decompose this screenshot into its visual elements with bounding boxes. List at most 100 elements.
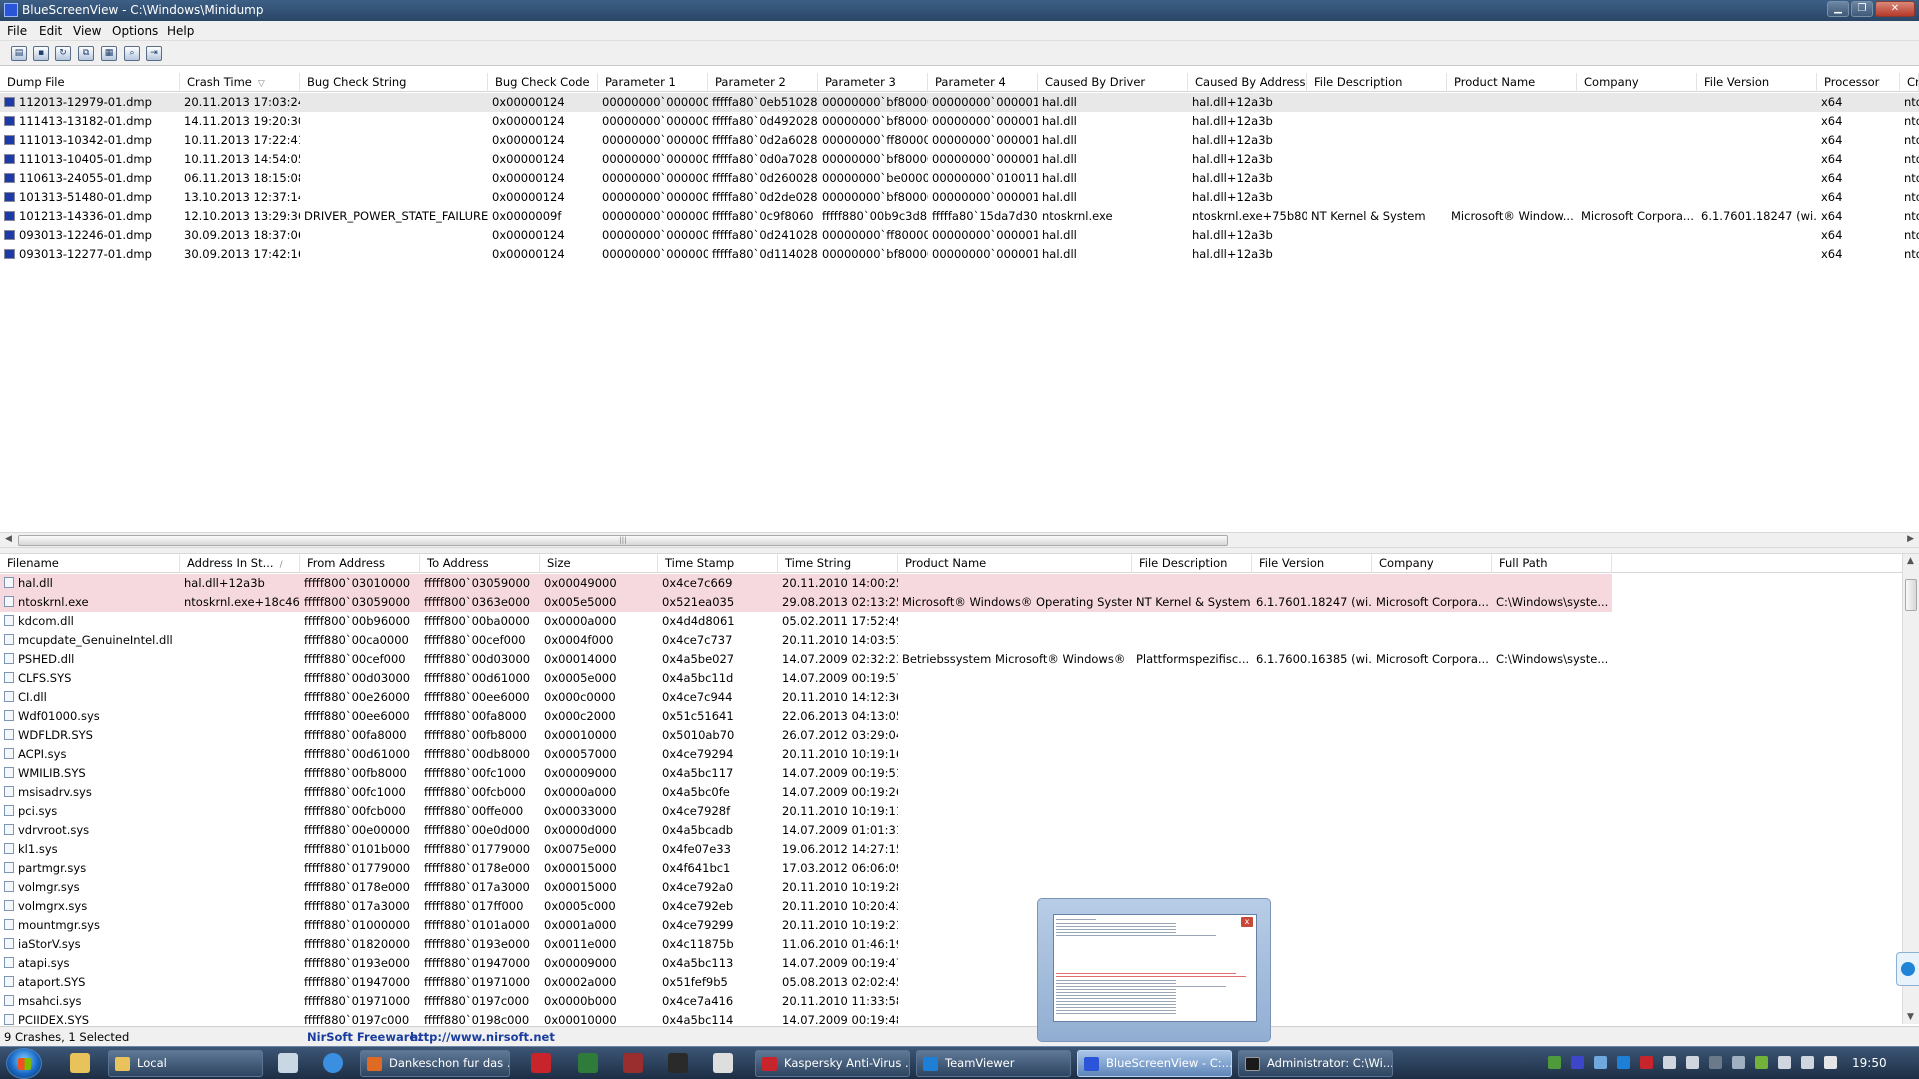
tray-update-icon[interactable] [1732, 1056, 1745, 1069]
column-header-address-in-st[interactable]: Address In St... / [180, 554, 300, 573]
tray-power-icon[interactable] [1778, 1056, 1791, 1069]
column-header-parameter-1[interactable]: Parameter 1 [598, 73, 708, 92]
column-header-caused-by-address[interactable]: Caused By Address [1188, 73, 1307, 92]
column-header-parameter-3[interactable]: Parameter 3 [818, 73, 928, 92]
column-header-file-description[interactable]: File Description [1307, 73, 1447, 92]
module-row[interactable]: msahci.sys fffff880`01971000 fffff880`0197… [0, 992, 1919, 1011]
refresh-icon[interactable]: ↻ [55, 46, 71, 61]
column-header-bug-check-string[interactable]: Bug Check String [300, 73, 488, 92]
column-header-dump-file[interactable]: Dump File [0, 73, 180, 92]
task-firefox[interactable]: Dankeschon fur das ... [360, 1050, 510, 1077]
teamviewer-side-widget[interactable] [1896, 952, 1919, 986]
tray-teamviewer-icon[interactable] [1617, 1056, 1630, 1069]
quicklaunch-filezilla-icon[interactable] [531, 1053, 551, 1073]
column-header-product-name[interactable]: Product Name [898, 554, 1132, 573]
nirsoft-freeware-link[interactable]: NirSoft Freeware. [307, 1030, 422, 1044]
quicklaunch-explorer-icon[interactable] [70, 1053, 90, 1073]
crash-row[interactable]: 093013-12277-01.dmp 30.09.2013 17:42:16 0x… [0, 245, 1919, 264]
column-header-from-address[interactable]: From Address [300, 554, 420, 573]
module-row[interactable]: partmgr.sys fffff880`01779000 fffff880`017… [0, 859, 1919, 878]
module-row[interactable]: ACPI.sys fffff880`00d61000 fffff880`00db80… [0, 745, 1919, 764]
scroll-left-icon[interactable]: ◀ [5, 534, 12, 544]
module-list[interactable]: Filename Address In St... / From Address To … [0, 554, 1919, 1026]
crash-row[interactable]: 111413-13182-01.dmp 14.11.2013 19:20:30 0x… [0, 112, 1919, 131]
module-row[interactable]: vdrvroot.sys fffff880`00e00000 fffff880`00… [0, 821, 1919, 840]
scroll-up-icon[interactable]: ▲ [1907, 556, 1914, 566]
tray-network-icon[interactable] [1548, 1056, 1561, 1069]
column-header-parameter-4[interactable]: Parameter 4 [928, 73, 1038, 92]
menu-file[interactable]: File [7, 24, 27, 38]
exit-icon[interactable]: ⇥ [146, 46, 162, 61]
tray-flag-icon[interactable] [1686, 1056, 1699, 1069]
quicklaunch-ie-icon[interactable] [323, 1053, 343, 1073]
vertical-scroll-thumb[interactable] [1905, 579, 1917, 611]
crash-list[interactable]: Dump File Crash Time ▽ Bug Check String Bug … [0, 73, 1919, 532]
column-header-file-version[interactable]: File Version [1252, 554, 1372, 573]
module-row[interactable]: CLFS.SYS fffff880`00d03000 fffff880`00d610… [0, 669, 1919, 688]
crash-row[interactable]: 112013-12979-01.dmp 20.11.2013 17:03:24 0x… [0, 93, 1919, 112]
tray-bluetooth-icon[interactable] [1571, 1056, 1584, 1069]
find-icon[interactable]: ⌕ [124, 46, 140, 61]
column-header-processor[interactable]: Processor [1817, 73, 1900, 92]
quicklaunch-steam-icon[interactable] [278, 1053, 298, 1073]
column-header-time-stamp[interactable]: Time Stamp [658, 554, 778, 573]
scroll-down-icon[interactable]: ▼ [1907, 1012, 1914, 1022]
task-kaspersky[interactable]: Kaspersky Anti-Virus ... [755, 1050, 910, 1077]
module-row[interactable]: kl1.sys fffff880`0101b000 fffff880`0177900… [0, 840, 1919, 859]
menu-edit[interactable]: Edit [39, 24, 62, 38]
module-row[interactable]: iaStorV.sys fffff880`01820000 fffff880`019… [0, 935, 1919, 954]
module-row[interactable]: msisadrv.sys fffff880`00fc1000 fffff880`00… [0, 783, 1919, 802]
column-header-crash-time[interactable]: Crash Time ▽ [180, 73, 300, 92]
module-row[interactable]: hal.dll hal.dll+12a3b fffff800`03010000 fff… [0, 574, 1612, 593]
tray-usb-icon[interactable] [1663, 1056, 1676, 1069]
module-row[interactable]: PCIIDEX.SYS fffff880`0197c000 fffff880`019… [0, 1011, 1919, 1026]
crash-row[interactable]: 111013-10405-01.dmp 10.11.2013 14:54:05 0x… [0, 150, 1919, 169]
crash-row[interactable]: 110613-24055-01.dmp 06.11.2013 18:15:08 0x… [0, 169, 1919, 188]
copy-icon[interactable]: ⧉ [78, 46, 94, 61]
quicklaunch-app2-icon[interactable] [623, 1053, 643, 1073]
scroll-right-icon[interactable]: ▶ [1907, 534, 1914, 544]
crash-row[interactable]: 101313-51480-01.dmp 13.10.2013 12:37:14 0x… [0, 188, 1919, 207]
column-header-product-name[interactable]: Product Name [1447, 73, 1577, 92]
column-header-company[interactable]: Company [1577, 73, 1697, 92]
module-row[interactable]: ntoskrnl.exe ntoskrnl.exe+18c463 fffff800`… [0, 593, 1612, 612]
task-teamviewer[interactable]: TeamViewer [916, 1050, 1071, 1077]
task-bluescreenview[interactable]: BlueScreenView - C:... [1077, 1050, 1232, 1077]
preview-close-icon[interactable]: x [1240, 916, 1254, 928]
menu-options[interactable]: Options [112, 24, 158, 38]
column-header-parameter-2[interactable]: Parameter 2 [708, 73, 818, 92]
column-header-file-description[interactable]: File Description [1132, 554, 1252, 573]
tray-disk-icon[interactable] [1709, 1056, 1722, 1069]
horizontal-scroll-thumb[interactable]: ||| [18, 535, 1228, 546]
quicklaunch-app-icon[interactable] [578, 1053, 598, 1073]
maximize-button[interactable]: ❐ [1851, 1, 1873, 17]
horizontal-scrollbar[interactable]: ◀ ||| ▶ [0, 532, 1919, 547]
module-row[interactable]: volmgr.sys fffff880`0178e000 fffff880`017a… [0, 878, 1919, 897]
module-row[interactable]: atapi.sys fffff880`0193e000 fffff880`01947… [0, 954, 1919, 973]
save-icon[interactable]: ▪ [33, 46, 49, 61]
quicklaunch-cmd-icon[interactable] [668, 1053, 688, 1073]
tray-nvidia-icon[interactable] [1755, 1056, 1768, 1069]
pane-splitter[interactable] [0, 547, 1919, 554]
column-header-size[interactable]: Size [540, 554, 658, 573]
taskbar-clock[interactable]: 19:50 [1852, 1056, 1887, 1070]
module-row[interactable]: ataport.SYS fffff880`01947000 fffff880`019… [0, 973, 1919, 992]
module-row[interactable]: WDFLDR.SYS fffff880`00fa8000 fffff880`00fb… [0, 726, 1919, 745]
column-header-full-path[interactable]: Full Path [1492, 554, 1612, 573]
column-header-bug-check-code[interactable]: Bug Check Code [488, 73, 598, 92]
column-header-company[interactable]: Company [1372, 554, 1492, 573]
start-button[interactable] [6, 1048, 42, 1079]
module-row[interactable]: kdcom.dll fffff800`00b96000 fffff800`00ba0… [0, 612, 1919, 631]
column-header-file-version[interactable]: File Version [1697, 73, 1817, 92]
nirsoft-url-link[interactable]: http://www.nirsoft.net [410, 1030, 555, 1044]
column-header-time-string[interactable]: Time String [778, 554, 898, 573]
menu-view[interactable]: View [73, 24, 101, 38]
module-row[interactable]: CI.dll fffff880`00e26000 fffff880`00ee6000… [0, 688, 1919, 707]
column-header-cr[interactable]: Cr [1900, 73, 1919, 92]
tray-app-icon[interactable] [1594, 1056, 1607, 1069]
tray-kaspersky-icon[interactable] [1640, 1056, 1653, 1069]
column-header-to-address[interactable]: To Address [420, 554, 540, 573]
task-local[interactable]: Local [108, 1050, 263, 1077]
task-cmd[interactable]: Administrator: C:\Wi... [1238, 1050, 1393, 1077]
tray-network2-icon[interactable] [1801, 1056, 1814, 1069]
